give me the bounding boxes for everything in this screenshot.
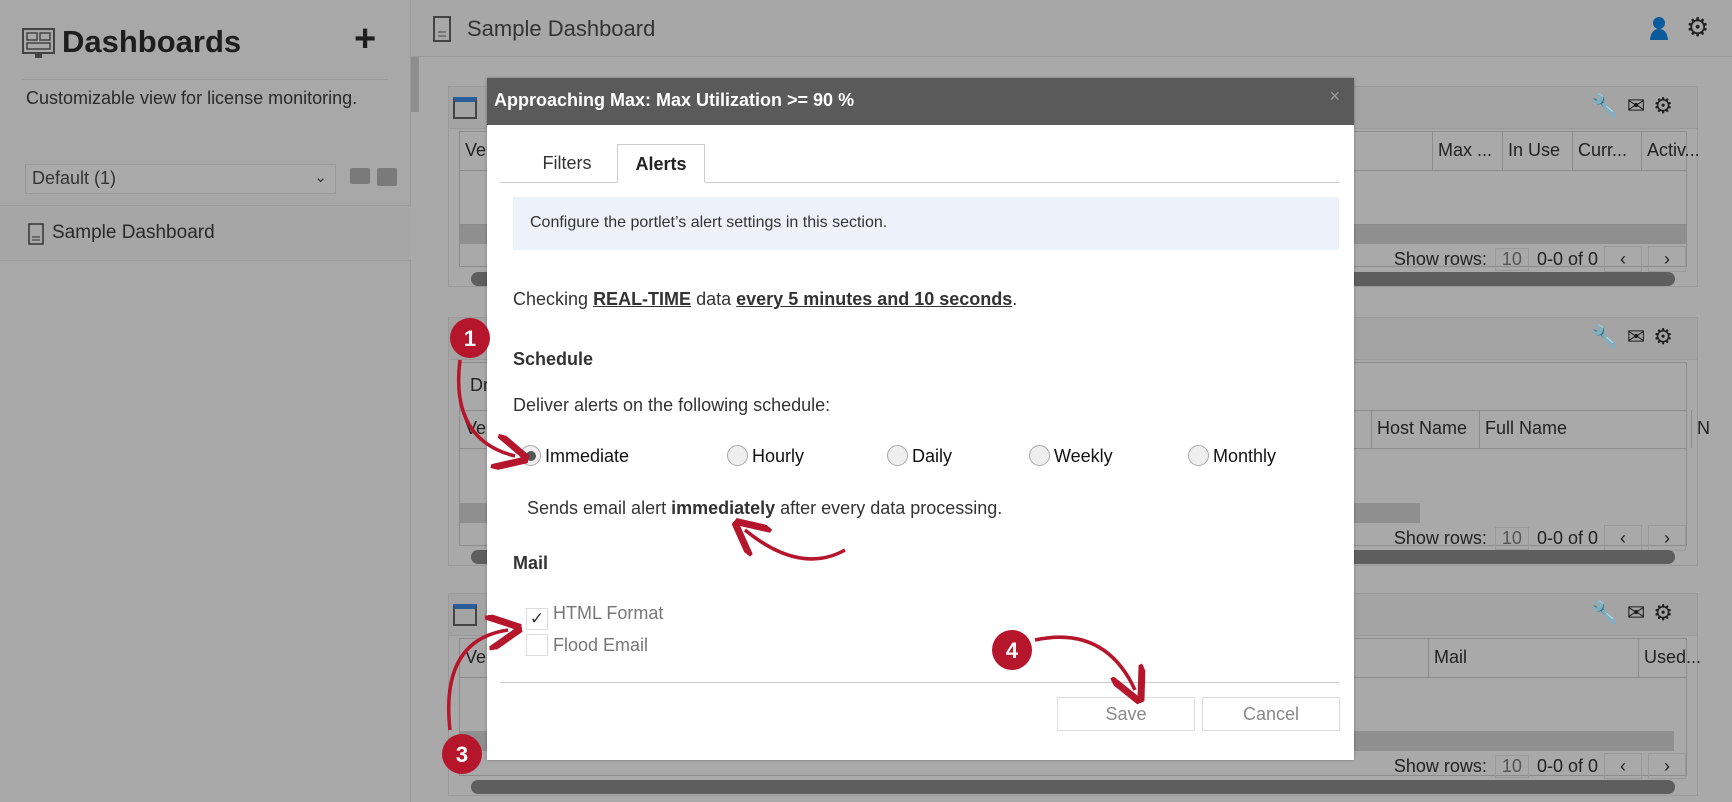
step-marker-3: 3 — [442, 734, 482, 774]
step-marker-4: 4 — [992, 630, 1032, 670]
svg-text:3: 3 — [456, 742, 468, 767]
arrow-to-immediate — [457, 359, 515, 456]
arrow-to-description — [745, 530, 846, 561]
arrow-to-html-format — [447, 630, 508, 731]
tutorial-annotations: 1 3 4 — [442, 318, 1732, 774]
arrow-to-save — [1034, 635, 1135, 690]
step-marker-1: 1 — [450, 318, 490, 358]
svg-text:1: 1 — [464, 326, 476, 351]
svg-text:4: 4 — [1006, 638, 1019, 663]
